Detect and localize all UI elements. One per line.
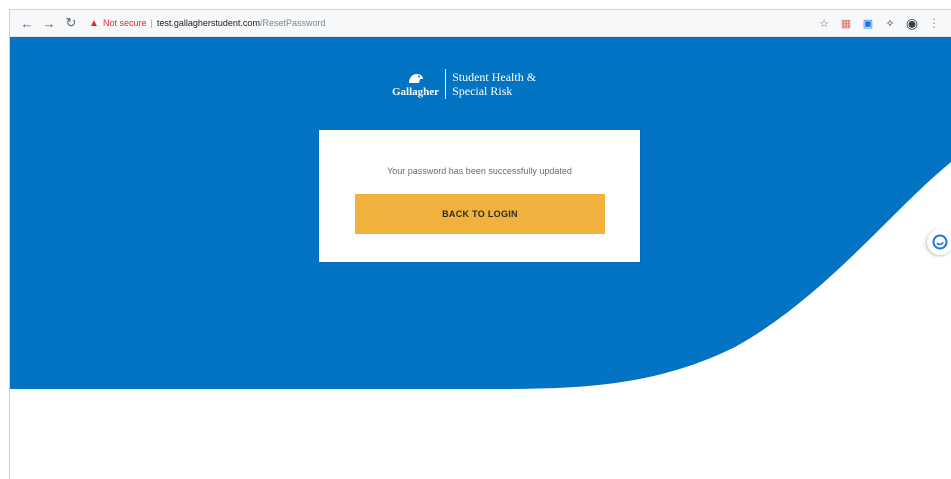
reload-icon[interactable]: ↻ xyxy=(62,14,80,32)
brand-tagline: Student Health & Special Risk xyxy=(452,70,536,98)
security-label[interactable]: Not secure xyxy=(103,18,147,28)
tagline-line-1: Student Health & xyxy=(452,70,537,84)
profile-icon[interactable]: ◉ xyxy=(905,15,919,31)
page-content: Gallagher Student Health & Special Risk … xyxy=(10,37,951,479)
logo-divider xyxy=(445,69,447,99)
star-icon[interactable]: ☆ xyxy=(817,16,831,30)
calendar-icon[interactable]: ▦ xyxy=(839,16,853,30)
url-path: /ResetPassword xyxy=(259,18,326,28)
arrow-left-icon[interactable]: ← xyxy=(18,14,36,32)
confirmation-card: Your password has been successfully upda… xyxy=(319,130,640,262)
screen-icon[interactable]: ▣ xyxy=(861,16,875,30)
tagline-line-2: Special Risk xyxy=(452,84,513,98)
arrow-right-icon[interactable]: → xyxy=(40,14,58,32)
browser-window: ← → ↻ ▲ Not secure | test.gallagherstude… xyxy=(0,0,951,479)
chat-icon xyxy=(932,234,948,250)
knight-icon xyxy=(408,73,423,83)
chat-widget[interactable] xyxy=(927,229,951,255)
url-host: test.gallagherstudent.com xyxy=(156,18,260,28)
back-to-login-button[interactable]: BACK TO LOGIN xyxy=(355,194,605,234)
brand-logo: Gallagher Student Health & Special Risk xyxy=(392,69,536,99)
warning-triangle-icon: ▲ xyxy=(89,17,99,29)
kebab-menu-icon[interactable]: ⋮ xyxy=(927,16,941,30)
success-message: Your password has been successfully upda… xyxy=(387,166,572,176)
brand-name: Gallagher xyxy=(392,85,440,98)
url-separator: | xyxy=(150,18,153,28)
browser-toolbar: ← → ↻ ▲ Not secure | test.gallagherstude… xyxy=(10,10,951,37)
address-bar[interactable]: ▲ Not secure | test.gallagherstudent.com… xyxy=(88,13,325,33)
logo-mark: Gallagher xyxy=(392,71,439,98)
puzzle-icon[interactable]: ✧ xyxy=(883,16,897,30)
toolbar-actions: ☆ ▦ ▣ ✧ ◉ ⋮ xyxy=(817,10,941,36)
